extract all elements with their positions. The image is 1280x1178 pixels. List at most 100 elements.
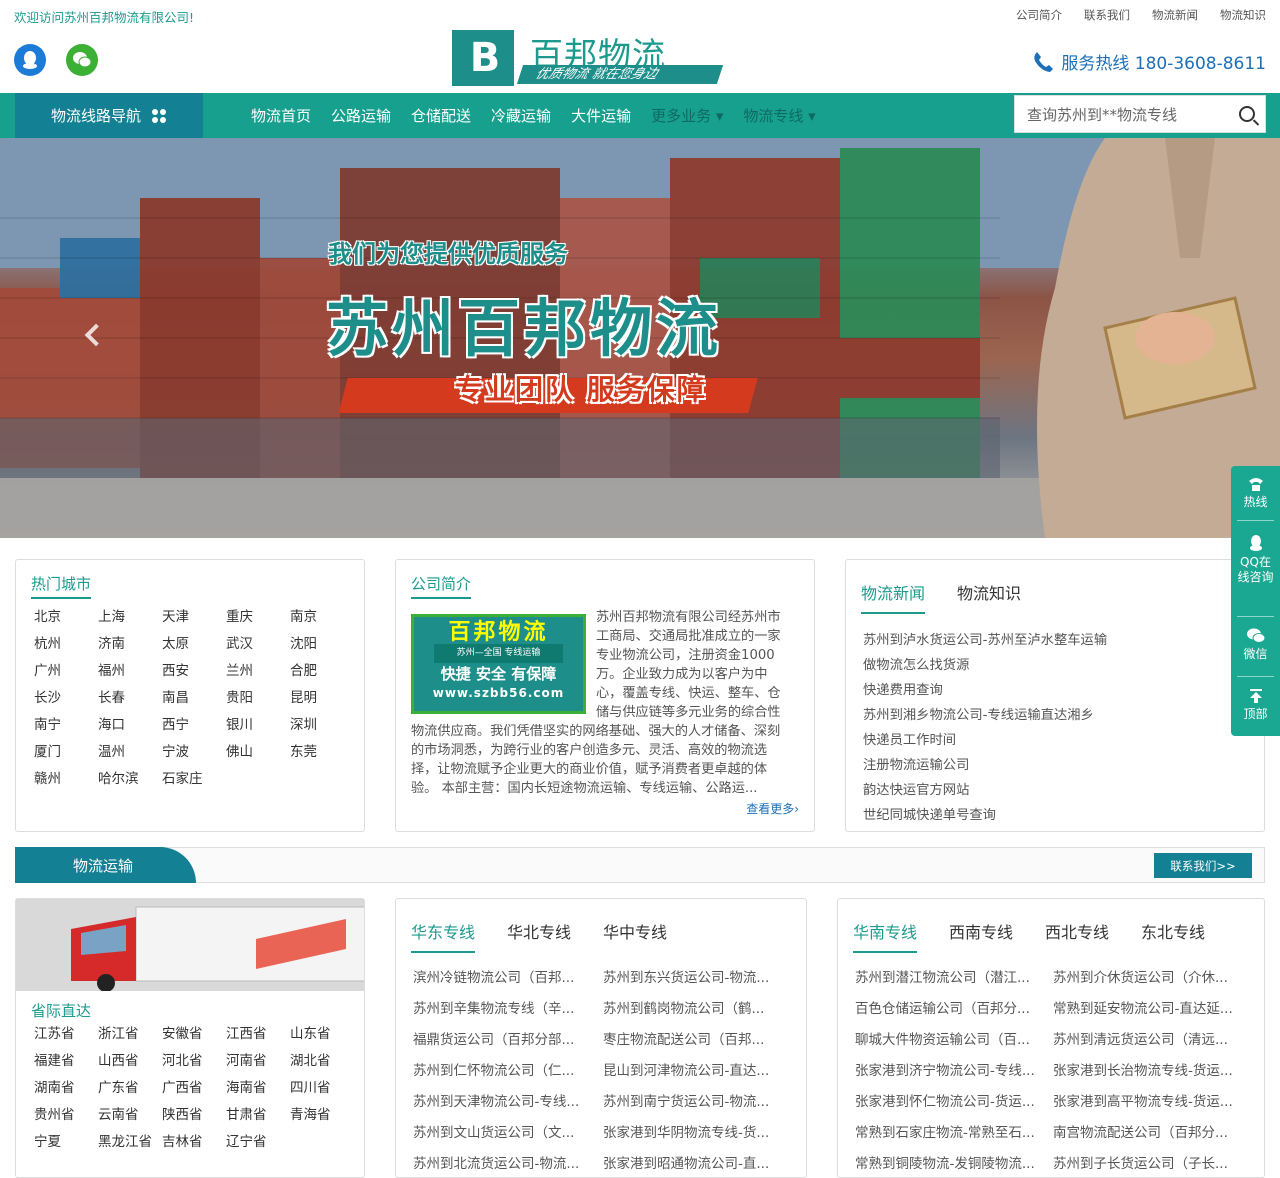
news-item[interactable]: 韵达快运官方网站 bbox=[863, 783, 969, 798]
city-link[interactable]: 银川 bbox=[226, 716, 290, 735]
search-icon[interactable] bbox=[1239, 106, 1255, 122]
sidebar-qq[interactable]: QQ在线咨询 bbox=[1231, 534, 1280, 585]
province-link[interactable]: 甘肃省 bbox=[226, 1106, 290, 1125]
line-link[interactable]: 张家港到长治物流专线-货运... bbox=[1053, 1062, 1251, 1081]
province-link[interactable]: 安徽省 bbox=[162, 1025, 226, 1044]
province-link[interactable]: 广西省 bbox=[162, 1079, 226, 1098]
city-link[interactable]: 重庆 bbox=[226, 608, 290, 627]
route-nav-button[interactable]: 物流线路导航 bbox=[15, 93, 203, 138]
line-link[interactable]: 常熟到石家庄物流-常熟至石... bbox=[855, 1124, 1053, 1143]
city-link[interactable]: 温州 bbox=[98, 743, 162, 762]
city-link[interactable]: 合肥 bbox=[290, 662, 354, 681]
line-link[interactable]: 苏州到天津物流公司-专线... bbox=[413, 1093, 603, 1112]
nav-more-business[interactable]: 更多业务 ▾ bbox=[651, 105, 723, 126]
news-item[interactable]: 快递费用查询 bbox=[863, 683, 943, 698]
city-link[interactable]: 沈阳 bbox=[290, 635, 354, 654]
top-link-knowledge[interactable]: 物流知识 bbox=[1220, 7, 1266, 23]
line-link[interactable]: 常熟到铜陵物流-发铜陵物流... bbox=[855, 1155, 1053, 1174]
top-link-about[interactable]: 公司简介 bbox=[1016, 7, 1062, 23]
city-link[interactable]: 东莞 bbox=[290, 743, 354, 762]
province-link[interactable]: 贵州省 bbox=[34, 1106, 98, 1125]
city-link[interactable]: 杭州 bbox=[34, 635, 98, 654]
line-link[interactable]: 张家港到济宁物流公司-专线... bbox=[855, 1062, 1053, 1081]
city-link[interactable]: 太原 bbox=[162, 635, 226, 654]
tab-news[interactable]: 物流新闻 bbox=[861, 580, 926, 614]
news-item[interactable]: 苏州到湘乡物流公司-专线运输直达湘乡 bbox=[863, 708, 1094, 723]
line-link[interactable]: 苏州到南宁货运公司-物流... bbox=[603, 1093, 793, 1112]
site-logo[interactable]: B 百邦物流 优质物流 就在您身边 bbox=[452, 30, 724, 86]
line-link[interactable]: 福鼎货运公司（百邦分部... bbox=[413, 1031, 603, 1050]
line-link[interactable]: 张家港到昭通物流公司-直... bbox=[603, 1155, 793, 1174]
top-link-news[interactable]: 物流新闻 bbox=[1152, 7, 1198, 23]
province-link[interactable]: 黑龙江省 bbox=[98, 1133, 162, 1152]
city-link[interactable]: 北京 bbox=[34, 608, 98, 627]
line-link[interactable]: 苏州到介休货运公司（介休... bbox=[1053, 969, 1251, 988]
line-link[interactable]: 苏州到仁怀物流公司（仁... bbox=[413, 1062, 603, 1081]
line-link[interactable]: 张家港到怀仁物流公司-货运... bbox=[855, 1093, 1053, 1112]
province-link[interactable]: 山东省 bbox=[290, 1025, 354, 1044]
line-link[interactable]: 苏州到东兴货运公司-物流... bbox=[603, 969, 793, 988]
province-link[interactable]: 江西省 bbox=[226, 1025, 290, 1044]
city-link[interactable]: 长春 bbox=[98, 689, 162, 708]
city-link[interactable]: 济南 bbox=[98, 635, 162, 654]
city-link[interactable]: 天津 bbox=[162, 608, 226, 627]
city-link[interactable]: 赣州 bbox=[34, 770, 98, 789]
intro-more-link[interactable]: 查看更多› bbox=[746, 800, 799, 817]
nav-cold[interactable]: 冷藏运输 bbox=[491, 105, 551, 126]
news-item[interactable]: 快递员工作时间 bbox=[863, 733, 956, 748]
province-link[interactable]: 湖南省 bbox=[34, 1079, 98, 1098]
province-link[interactable]: 辽宁省 bbox=[226, 1133, 290, 1152]
city-link[interactable]: 深圳 bbox=[290, 716, 354, 735]
province-link[interactable]: 陕西省 bbox=[162, 1106, 226, 1125]
province-link[interactable]: 宁夏 bbox=[34, 1133, 98, 1152]
line-link[interactable]: 昆山到河津物流公司-直达... bbox=[603, 1062, 793, 1081]
line-link[interactable]: 苏州到子长货运公司（子长... bbox=[1053, 1155, 1251, 1174]
province-link[interactable]: 云南省 bbox=[98, 1106, 162, 1125]
city-link[interactable]: 广州 bbox=[34, 662, 98, 681]
wechat-icon[interactable] bbox=[66, 44, 98, 76]
province-link[interactable]: 福建省 bbox=[34, 1052, 98, 1071]
city-link[interactable]: 贵阳 bbox=[226, 689, 290, 708]
tab-north-china[interactable]: 华北专线 bbox=[507, 919, 571, 953]
province-link[interactable]: 河北省 bbox=[162, 1052, 226, 1071]
line-link[interactable]: 枣庄物流配送公司（百邦... bbox=[603, 1031, 793, 1050]
city-link[interactable]: 武汉 bbox=[226, 635, 290, 654]
line-link[interactable]: 苏州到鹤岗物流公司（鹤... bbox=[603, 1000, 793, 1019]
city-link[interactable]: 兰州 bbox=[226, 662, 290, 681]
top-link-contact[interactable]: 联系我们 bbox=[1084, 7, 1130, 23]
line-link[interactable]: 张家港到华阴物流专线-货... bbox=[603, 1124, 793, 1143]
nav-home[interactable]: 物流首页 bbox=[251, 105, 311, 126]
city-link[interactable]: 宁波 bbox=[162, 743, 226, 762]
province-link[interactable]: 广东省 bbox=[98, 1079, 162, 1098]
search-input[interactable]: 查询苏州到**物流专线 bbox=[1027, 104, 1177, 125]
province-link[interactable]: 山西省 bbox=[98, 1052, 162, 1071]
sidebar-wechat[interactable]: 微信 bbox=[1231, 628, 1280, 662]
province-link[interactable]: 吉林省 bbox=[162, 1133, 226, 1152]
nav-road[interactable]: 公路运输 bbox=[331, 105, 391, 126]
tab-east-china[interactable]: 华东专线 bbox=[411, 919, 476, 953]
city-link[interactable]: 福州 bbox=[98, 662, 162, 681]
sidebar-hotline[interactable]: 热线 bbox=[1231, 476, 1280, 510]
line-link[interactable]: 苏州到北流货运公司-物流... bbox=[413, 1155, 603, 1174]
sidebar-back-to-top[interactable]: 顶部 bbox=[1231, 688, 1280, 722]
tab-central-china[interactable]: 华中专线 bbox=[603, 919, 667, 953]
province-link[interactable]: 河南省 bbox=[226, 1052, 290, 1071]
city-link[interactable]: 哈尔滨 bbox=[98, 770, 162, 789]
province-link[interactable]: 江苏省 bbox=[34, 1025, 98, 1044]
nav-heavy[interactable]: 大件运输 bbox=[571, 105, 631, 126]
city-link[interactable]: 石家庄 bbox=[162, 770, 226, 789]
city-link[interactable]: 南昌 bbox=[162, 689, 226, 708]
line-link[interactable]: 百色仓储运输公司（百邦分... bbox=[855, 1000, 1053, 1019]
tab-northeast[interactable]: 东北专线 bbox=[1141, 919, 1205, 953]
city-link[interactable]: 佛山 bbox=[226, 743, 290, 762]
province-link[interactable]: 浙江省 bbox=[98, 1025, 162, 1044]
nav-lines[interactable]: 物流专线 ▾ bbox=[743, 105, 815, 126]
city-link[interactable]: 西安 bbox=[162, 662, 226, 681]
province-link[interactable]: 青海省 bbox=[290, 1106, 354, 1125]
news-item[interactable]: 做物流怎么找货源 bbox=[863, 658, 969, 673]
nav-warehouse[interactable]: 仓储配送 bbox=[411, 105, 471, 126]
province-link[interactable]: 海南省 bbox=[226, 1079, 290, 1098]
province-link[interactable]: 湖北省 bbox=[290, 1052, 354, 1071]
tab-south-china[interactable]: 华南专线 bbox=[853, 919, 918, 953]
city-link[interactable]: 长沙 bbox=[34, 689, 98, 708]
